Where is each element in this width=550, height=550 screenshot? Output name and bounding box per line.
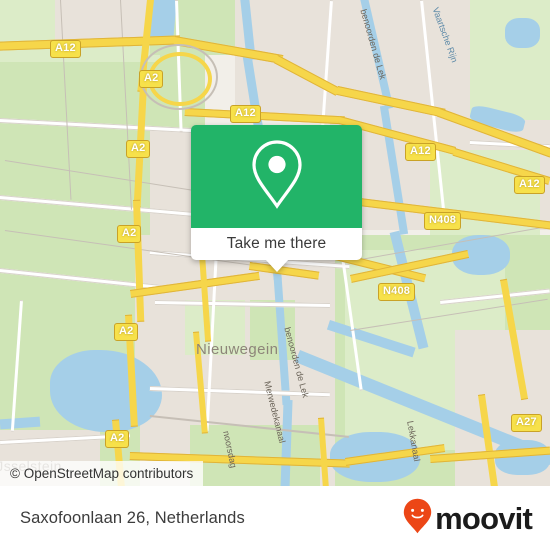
street-label: Lekkanaal: [405, 420, 423, 463]
moovit-wordmark: moovit: [435, 500, 533, 536]
take-me-there-label: Take me there: [226, 235, 327, 252]
popup-header: [191, 125, 362, 228]
map-pin-icon: [248, 138, 306, 215]
street-label: benoorden de Lek: [358, 8, 389, 81]
osm-attribution[interactable]: © OpenStreetMap contributors: [0, 461, 204, 486]
moovit-logo[interactable]: moovit: [403, 498, 533, 539]
canal-label: Vaartsche Rijn: [430, 6, 460, 64]
map-canvas[interactable]: A12 A2 A12 A2 A12 A12 A2 N408 N408 A2 A2…: [0, 0, 550, 486]
street-label: noorsdag: [221, 430, 239, 469]
take-me-there-popup[interactable]: Take me there: [191, 125, 362, 272]
moovit-pin-icon: [403, 498, 432, 539]
street-label: Merwedekanaal: [262, 380, 288, 445]
street-label: benoorden de Lek: [282, 326, 311, 399]
place-label-nieuwegein: Nieuwegein: [196, 341, 279, 358]
popup-pointer-tail: [264, 259, 289, 272]
popup-footer[interactable]: Take me there: [191, 228, 362, 260]
moovit-map-share-card: A12 A2 A12 A2 A12 A12 A2 N408 N408 A2 A2…: [0, 0, 550, 550]
footer-bar: Saxofoonlaan 26, Netherlands moovit: [0, 486, 550, 550]
address-text: Saxofoonlaan 26, Netherlands: [20, 508, 245, 527]
